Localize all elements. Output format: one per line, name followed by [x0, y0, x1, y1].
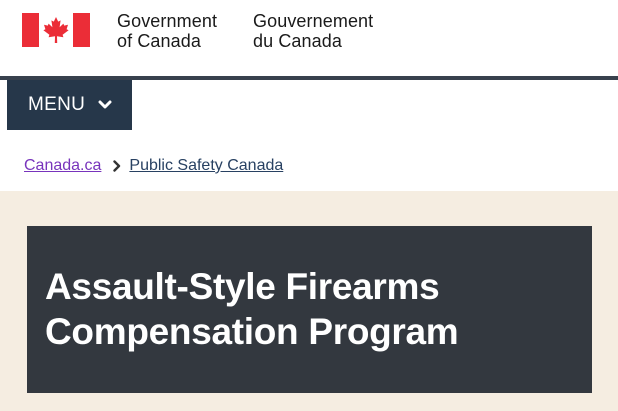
government-header: Government of Canada Gouvernement du Can… [0, 0, 618, 76]
menu-button[interactable]: MENU [7, 80, 132, 130]
breadcrumb-link-public-safety[interactable]: Public Safety Canada [129, 157, 283, 175]
wordmark-french-line1: Gouvernement [253, 11, 374, 31]
canada-flag-icon[interactable] [22, 13, 90, 47]
breadcrumb: Canada.ca Public Safety Canada [24, 155, 283, 177]
wordmark-french: Gouvernement du Canada [253, 11, 373, 51]
menu-button-label: MENU [28, 94, 86, 115]
hero-title-box: Assault-Style Firearms Compensation Prog… [27, 226, 592, 393]
page: Government of Canada Gouvernement du Can… [0, 0, 618, 411]
chevron-down-icon [98, 100, 112, 109]
page-title-line2: Compensation Program [45, 311, 459, 352]
chevron-right-icon [113, 160, 121, 172]
page-title: Assault-Style Firearms Compensation Prog… [45, 264, 574, 354]
page-title-line1: Assault-Style Firearms [45, 266, 440, 307]
breadcrumb-link-canada-ca[interactable]: Canada.ca [24, 157, 101, 175]
wordmark-french-line2: du Canada [253, 31, 342, 51]
wordmark-english-line1: Government [117, 11, 218, 31]
wordmark-english-line2: of Canada [117, 31, 201, 51]
wordmark-english: Government of Canada [117, 11, 217, 51]
